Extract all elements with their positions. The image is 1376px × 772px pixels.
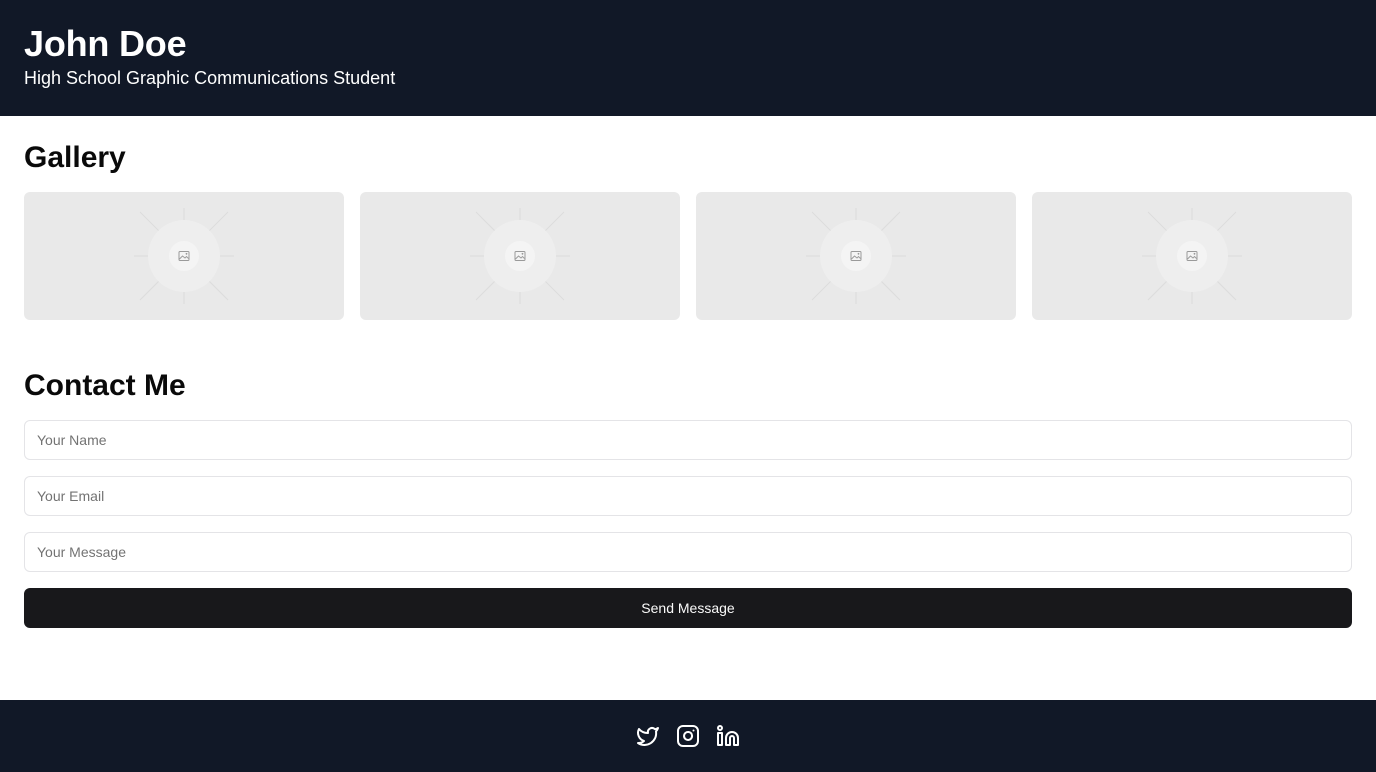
image-placeholder-icon: [470, 208, 570, 304]
gallery-item[interactable]: [24, 192, 344, 320]
gallery-item[interactable]: [360, 192, 680, 320]
gallery-grid: [24, 192, 1352, 320]
name-field[interactable]: [24, 420, 1352, 460]
image-placeholder-icon: [134, 208, 234, 304]
email-field[interactable]: [24, 476, 1352, 516]
page-subtitle: High School Graphic Communications Stude…: [24, 68, 396, 88]
instagram-icon: [677, 725, 699, 747]
gallery-heading: Gallery: [24, 141, 126, 174]
image-placeholder-icon: [1142, 208, 1242, 304]
image-placeholder-icon: [806, 208, 906, 304]
twitter-icon: [637, 727, 659, 746]
page-title: John Doe: [24, 23, 187, 64]
linkedin-link[interactable]: [716, 724, 740, 748]
site-header: John Doe High School Graphic Communicati…: [0, 0, 1376, 116]
gallery-item[interactable]: [1032, 192, 1352, 320]
send-message-button[interactable]: Send Message: [24, 588, 1352, 628]
message-field[interactable]: [24, 532, 1352, 572]
gallery-item[interactable]: [696, 192, 1016, 320]
contact-heading: Contact Me: [24, 369, 186, 402]
site-footer: [0, 700, 1376, 772]
instagram-link[interactable]: [676, 724, 700, 748]
twitter-link[interactable]: [636, 724, 660, 748]
linkedin-icon: [717, 725, 739, 746]
